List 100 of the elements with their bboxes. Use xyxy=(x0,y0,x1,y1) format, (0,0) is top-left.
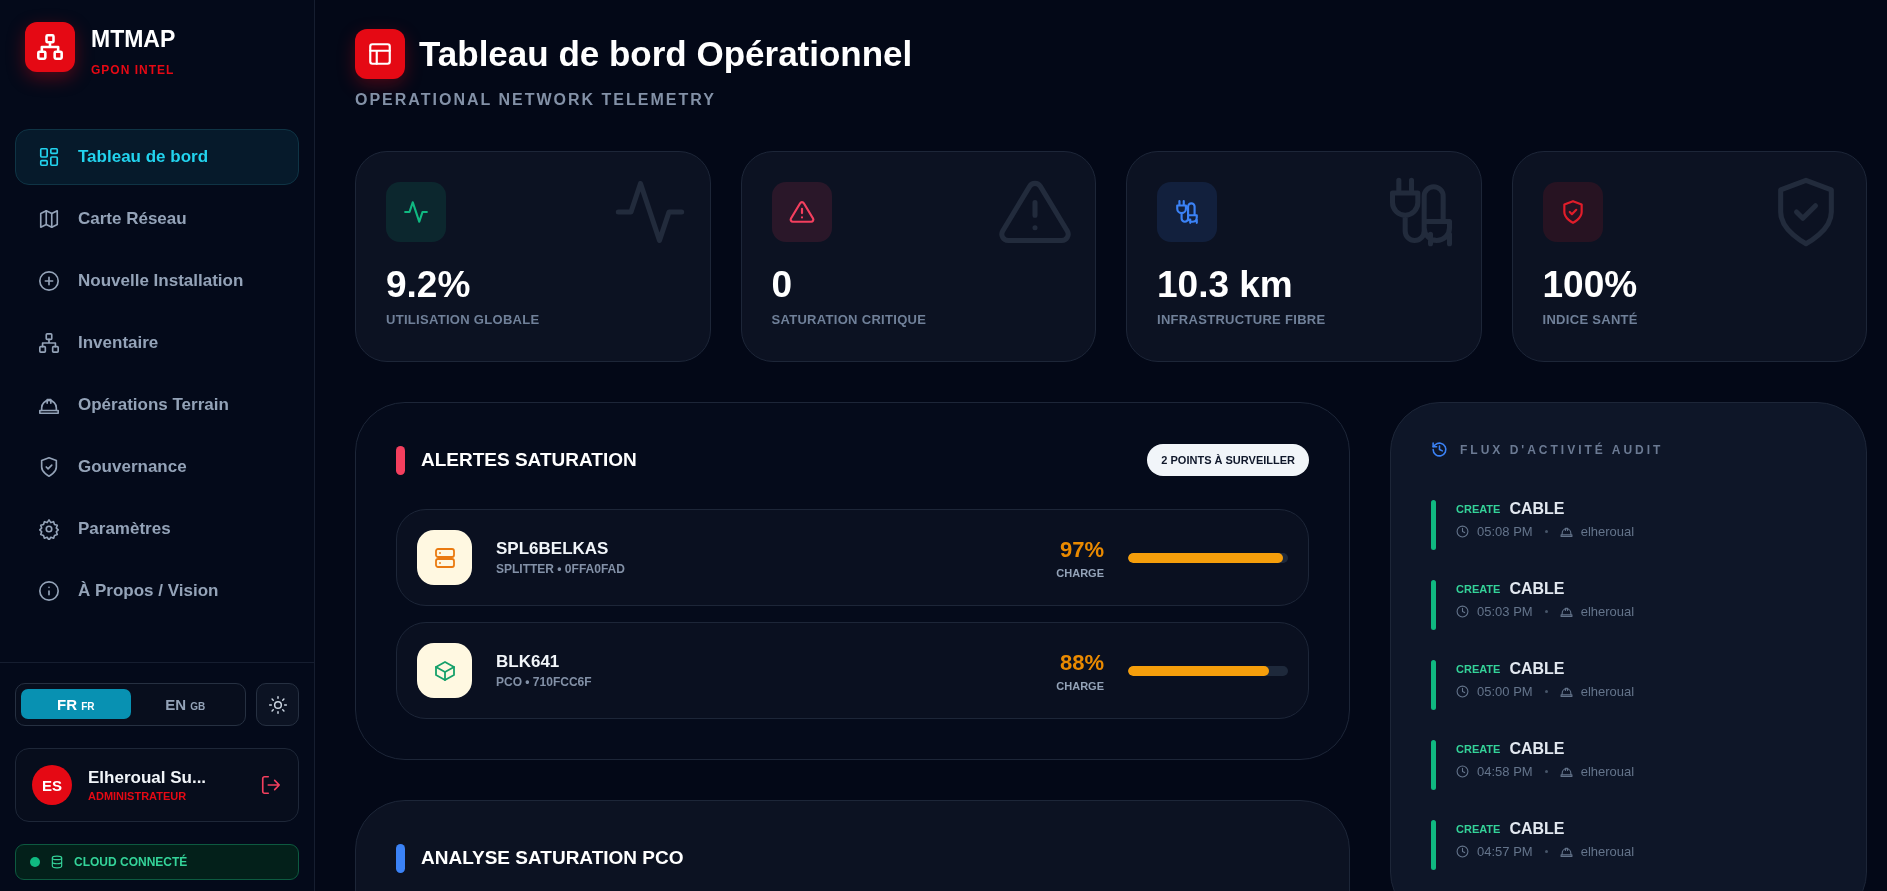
stat-value: 0 xyxy=(771,265,794,306)
action-type: CREATE xyxy=(1456,823,1501,835)
timeline-bar xyxy=(1431,580,1436,630)
action-type: CREATE xyxy=(1456,503,1501,515)
stat-label: SATURATION CRITIQUE xyxy=(771,311,928,327)
nav-item[interactable]: Tableau de bord xyxy=(15,129,299,185)
status-dot xyxy=(30,857,40,867)
entity-type: CABLE xyxy=(1509,660,1565,678)
load-percent: 88% xyxy=(1059,649,1104,676)
separator-dot xyxy=(1544,610,1548,613)
separator-dot xyxy=(1544,850,1548,853)
nav-item[interactable]: Opérations Terrain xyxy=(15,377,299,433)
separator-dot xyxy=(1544,690,1548,693)
load-caption: CHARGE xyxy=(1056,566,1104,579)
stat-label: INFRASTRUCTURE FIBRE xyxy=(1157,311,1327,327)
clock-icon xyxy=(1456,605,1469,618)
hard-hat-icon xyxy=(1559,765,1573,778)
clock-icon xyxy=(1456,525,1469,538)
map-icon xyxy=(38,208,60,230)
info-icon xyxy=(38,580,60,602)
clock-icon xyxy=(1456,685,1469,698)
app-tagline: GPON INTEL xyxy=(91,63,176,77)
separator-dot xyxy=(1544,530,1548,533)
nav-item[interactable]: À Propos / Vision xyxy=(15,563,299,619)
event-time: 04:58 PM xyxy=(1477,764,1533,779)
theme-toggle-button[interactable] xyxy=(256,683,299,726)
app-name: MTMAP xyxy=(91,28,176,51)
hard-hat-icon xyxy=(1559,685,1573,698)
device-name: SPL6BELKAS xyxy=(496,539,610,559)
entity-type: CABLE xyxy=(1509,500,1565,518)
timeline-bar xyxy=(1431,740,1436,790)
timeline-bar xyxy=(1431,820,1436,870)
event-time: 04:57 PM xyxy=(1477,844,1533,859)
entity-type: CABLE xyxy=(1509,580,1565,598)
hard-hat-icon xyxy=(1559,845,1573,858)
nav-item[interactable]: Gouvernance xyxy=(15,439,299,495)
connection-label: CLOUD CONNECTÉ xyxy=(74,855,188,869)
plus-circle-icon xyxy=(38,270,60,292)
user-avatar: ES xyxy=(32,765,72,805)
action-type: CREATE xyxy=(1456,663,1501,675)
action-type: CREATE xyxy=(1456,583,1501,595)
device-detail: PCO • 710FCC6F xyxy=(496,675,593,689)
layout-icon xyxy=(367,41,393,67)
alert-row[interactable]: BLK641 PCO • 710FCC6F 88% CHARGE xyxy=(396,622,1309,719)
separator-dot xyxy=(1544,770,1548,773)
user-handle: elheroual xyxy=(1580,684,1635,699)
device-detail: SPLITTER • 0FFA0FAD xyxy=(496,562,626,576)
stat-value: 10.3 km xyxy=(1157,265,1294,306)
sun-icon xyxy=(267,694,288,715)
count-badge: 2 POINTS À SURVEILLER xyxy=(1147,444,1309,476)
timeline-bar xyxy=(1431,660,1436,710)
event-time: 05:08 PM xyxy=(1477,524,1533,539)
nav-item[interactable]: Inventaire xyxy=(15,315,299,371)
hard-hat-icon xyxy=(1559,525,1573,538)
entity-type: CABLE xyxy=(1509,820,1565,838)
alert-row[interactable]: SPL6BELKAS SPLITTER • 0FFA0FAD 97% CHARGE xyxy=(396,509,1309,606)
event-time: 05:00 PM xyxy=(1477,684,1533,699)
network-icon xyxy=(38,332,60,354)
user-handle: elheroual xyxy=(1580,764,1635,779)
page-title: Tableau de bord Opérationnel xyxy=(419,34,913,74)
server-icon xyxy=(432,545,457,570)
timeline-bar xyxy=(1431,500,1436,550)
entity-type: CABLE xyxy=(1509,740,1565,758)
panel-title: ALERTES SATURATION xyxy=(421,449,638,471)
stat-label: UTILISATION GLOBALE xyxy=(386,311,541,327)
user-role: ADMINISTRATEUR xyxy=(88,790,188,802)
user-handle: elheroual xyxy=(1580,844,1635,859)
network-icon xyxy=(36,33,64,61)
nav-item[interactable]: Carte Réseau xyxy=(15,191,299,247)
logout-button[interactable] xyxy=(260,774,282,796)
stat-value: 100% xyxy=(1542,265,1639,306)
language-option[interactable]: FR FR xyxy=(21,689,131,719)
nav-item[interactable]: Nouvelle Installation xyxy=(15,253,299,309)
stat-value: 9.2% xyxy=(386,265,472,306)
hard-hat-icon xyxy=(1559,605,1573,618)
clock-icon xyxy=(1456,845,1469,858)
shield-check-icon xyxy=(38,456,60,478)
load-caption: CHARGE xyxy=(1056,679,1104,692)
activity-title: FLUX D'ACTIVITÉ AUDIT xyxy=(1460,442,1664,457)
accent-bar xyxy=(396,445,405,475)
action-type: CREATE xyxy=(1456,743,1501,755)
user-handle: elheroual xyxy=(1580,604,1635,619)
page-subtitle: OPERATIONAL NETWORK TELEMETRY xyxy=(355,91,717,109)
accent-bar xyxy=(396,843,405,873)
grid-icon xyxy=(38,146,60,168)
logout-icon xyxy=(260,774,282,796)
clock-icon xyxy=(1456,765,1469,778)
language-option[interactable]: EN GB xyxy=(130,689,240,719)
user-name: Elheroual Su... xyxy=(88,768,208,788)
history-icon xyxy=(1431,441,1448,458)
device-name: BLK641 xyxy=(496,652,561,672)
panel-title: ANALYSE SATURATION PCO xyxy=(421,847,685,869)
database-icon xyxy=(50,855,64,869)
load-percent: 97% xyxy=(1059,536,1104,563)
user-handle: elheroual xyxy=(1580,524,1635,539)
box-icon xyxy=(432,658,457,683)
stat-label: INDICE SANTÉ xyxy=(1542,311,1639,327)
settings-icon xyxy=(38,518,60,540)
event-time: 05:03 PM xyxy=(1477,604,1533,619)
nav-item[interactable]: Paramètres xyxy=(15,501,299,557)
